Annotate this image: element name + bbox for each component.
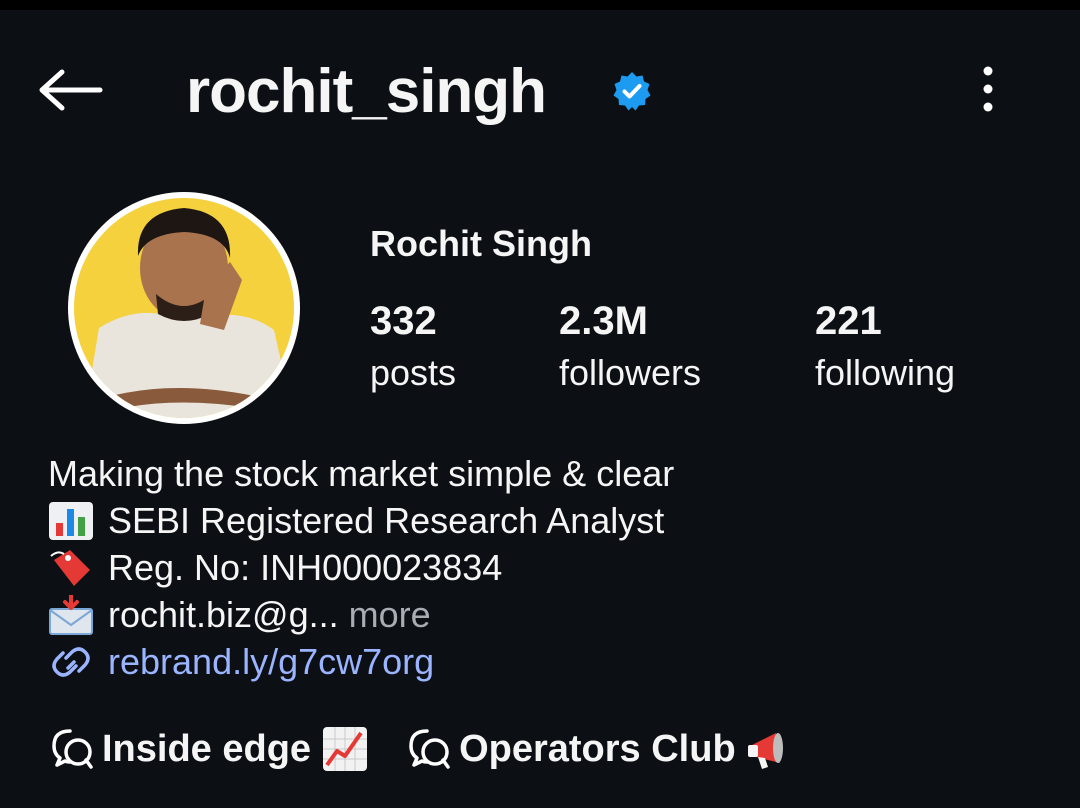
avatar-photo bbox=[74, 198, 294, 418]
stat-following[interactable]: 221 following bbox=[815, 296, 955, 396]
status-bar bbox=[0, 0, 1080, 10]
profile-full-name: Rochit Singh bbox=[370, 223, 592, 264]
profile-username: rochit_singh bbox=[186, 57, 547, 126]
more-options-icon[interactable] bbox=[968, 64, 1008, 118]
chart-increasing-icon bbox=[323, 727, 368, 771]
bio-reg-text: Reg. No: INH000023834 bbox=[108, 547, 503, 588]
bio-link-row[interactable]: rebrand.ly/g7cw7org bbox=[48, 638, 674, 685]
bio-email-text: rochit.biz@g... bbox=[108, 594, 339, 635]
bio-more-link[interactable]: more bbox=[349, 591, 431, 638]
megaphone-icon bbox=[747, 733, 783, 769]
following-label: following bbox=[815, 352, 956, 393]
verified-badge-icon bbox=[613, 72, 651, 111]
bio-research-text: SEBI Registered Research Analyst bbox=[108, 500, 665, 541]
back-arrow-icon[interactable] bbox=[34, 64, 106, 116]
posts-label: posts bbox=[370, 352, 457, 393]
threads-icon bbox=[409, 729, 450, 769]
link-icon bbox=[52, 646, 90, 677]
channel-inside-edge[interactable]: Inside edge bbox=[48, 724, 369, 774]
bookmark-tag-icon bbox=[50, 549, 90, 586]
following-count: 221 bbox=[815, 299, 882, 343]
envelope-arrow-icon bbox=[49, 594, 93, 635]
followers-label: followers bbox=[559, 352, 702, 393]
posts-count: 332 bbox=[370, 299, 437, 343]
bio-external-link[interactable]: rebrand.ly/g7cw7org bbox=[108, 638, 434, 685]
followers-count: 2.3M bbox=[559, 299, 648, 343]
profile-avatar[interactable] bbox=[68, 192, 300, 424]
channel-inside-edge-label: Inside edge bbox=[102, 728, 312, 770]
bio-line-research: SEBI Registered Research Analyst bbox=[48, 497, 674, 544]
profile-bio: Making the stock market simple & clear S… bbox=[48, 450, 674, 685]
stat-followers[interactable]: 2.3M followers bbox=[559, 296, 701, 396]
bio-line-email: rochit.biz@g... more bbox=[48, 591, 674, 638]
bio-tagline: Making the stock market simple & clear bbox=[48, 453, 675, 494]
channel-operators-club-label: Operators Club bbox=[459, 728, 736, 770]
channel-links: Inside edge Operators Club bbox=[48, 724, 794, 774]
channel-operators-club[interactable]: Operators Club bbox=[405, 724, 794, 774]
stat-posts[interactable]: 332 posts bbox=[370, 296, 456, 396]
threads-icon bbox=[52, 729, 93, 769]
bar-chart-icon bbox=[49, 501, 93, 540]
bio-line-reg: Reg. No: INH000023834 bbox=[48, 544, 674, 591]
